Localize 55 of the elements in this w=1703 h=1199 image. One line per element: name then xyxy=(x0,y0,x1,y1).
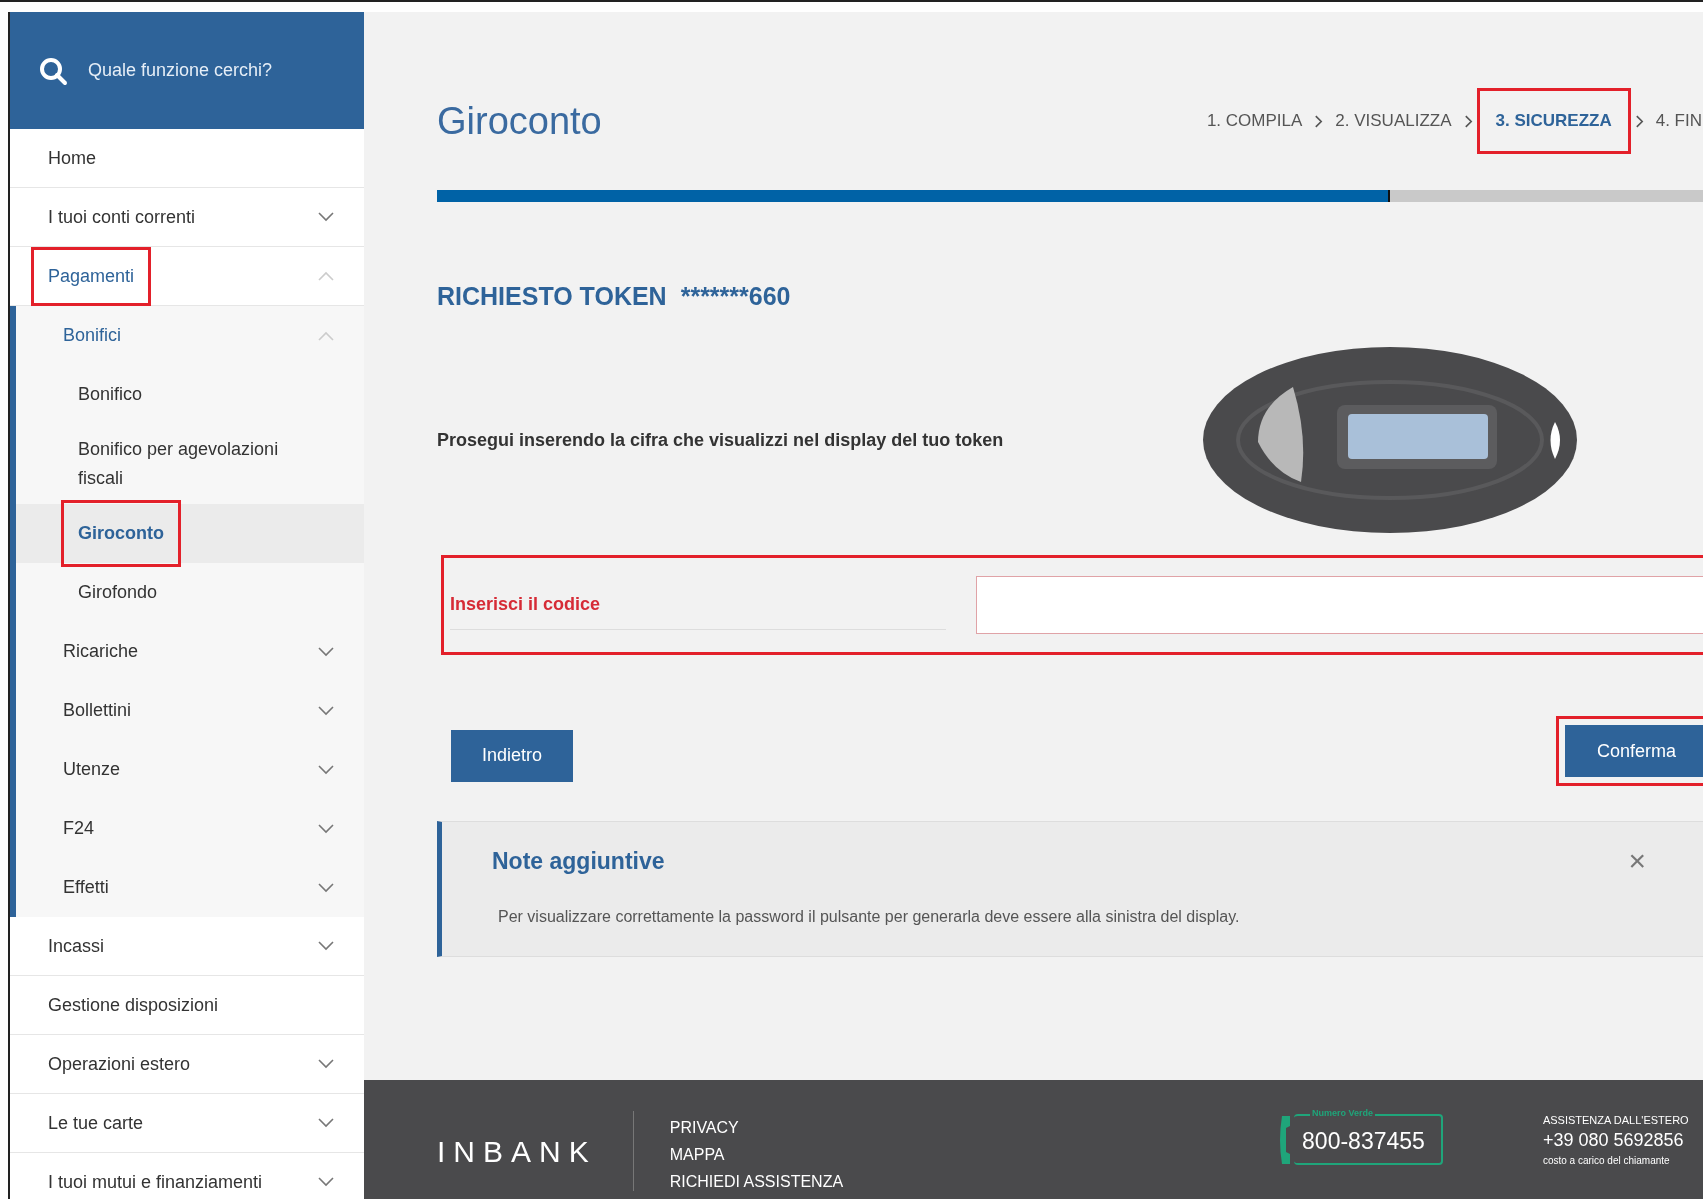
chevron-icon xyxy=(1634,113,1644,129)
phone-number: 800-837455 xyxy=(1302,1128,1425,1154)
nav-label: Home xyxy=(47,146,97,170)
back-button[interactable]: Indietro xyxy=(451,729,574,782)
footer-link[interactable]: MAPPA xyxy=(669,1141,844,1168)
token-heading: RICHIESTO TOKEN xyxy=(437,282,667,311)
nav-label: Bonifici xyxy=(62,324,123,347)
field-label: Inserisci il codice xyxy=(450,580,946,630)
nav-item[interactable]: Utenze xyxy=(16,740,364,799)
confirm-button[interactable]: Conferma xyxy=(1564,725,1703,777)
nav-label: Pagamenti xyxy=(31,246,152,306)
instruction-text: Prosegui inserendo la cifra che visualizzi nel display del tuo token xyxy=(437,429,1004,451)
nav-item[interactable]: Ricariche xyxy=(16,622,364,681)
close-button[interactable]: × xyxy=(1628,844,1646,878)
nav-label: Bonifico per agevolazioni fiscali xyxy=(77,438,280,490)
cost-note: costo a carico del chiamante xyxy=(1542,1154,1671,1166)
nav-label: Giroconto xyxy=(61,500,181,567)
chevron-icon xyxy=(1314,113,1324,129)
token-number: *******660 xyxy=(680,282,791,311)
nav-label: Bollettini xyxy=(62,699,133,722)
nav-label: Ricariche xyxy=(62,640,140,663)
footer-link[interactable]: PRIVACY xyxy=(669,1114,844,1141)
nav-label: I tuoi conti correnti xyxy=(47,205,197,229)
nav-label: Effetti xyxy=(62,876,110,899)
nav-label: I tuoi mutui e finanziamenti xyxy=(47,1170,264,1194)
nav-label: Le tue carte xyxy=(47,1111,145,1135)
code-input-field[interactable] xyxy=(976,576,1703,634)
nav-item[interactable]: Bonifici xyxy=(16,306,364,365)
nav-item[interactable]: Effetti xyxy=(16,858,364,917)
note-text: Per visualizzare correttamente la password il pulsante per generarla deve essere alla sinistra del display. xyxy=(498,908,1241,926)
nav-label: Operazioni estero xyxy=(47,1052,192,1076)
footer-link[interactable]: RICHIEDI ASSISTENZA xyxy=(669,1168,844,1195)
nav-label: Incassi xyxy=(47,934,106,958)
phone-number: +39 080 5692856 xyxy=(1542,1129,1685,1151)
step-label: 3. SICUREZZA xyxy=(1476,88,1631,154)
nav-item[interactable]: Bonifico xyxy=(16,365,364,424)
step-label: 4. FIN xyxy=(1655,111,1702,131)
abroad-title: ASSISTENZA DALL'ESTERO xyxy=(1542,1113,1689,1126)
toll-free-label: Numero Verde xyxy=(1310,1108,1376,1118)
search-icon xyxy=(38,55,68,86)
nav-item[interactable]: F24 xyxy=(16,799,364,858)
phone-icon xyxy=(1278,1113,1293,1166)
nav-label: Bonifico xyxy=(77,383,144,406)
step-label: 2. VISUALIZZA xyxy=(1335,111,1452,131)
chevron-icon xyxy=(1463,113,1473,129)
step-label: 1. COMPILA xyxy=(1206,111,1303,131)
note-title: Note aggiuntive xyxy=(492,847,665,875)
search-field[interactable]: Quale funzione cerchi? xyxy=(86,59,350,82)
bank-logo: INBANK xyxy=(437,1134,597,1169)
nav-item[interactable]: Bollettini xyxy=(16,681,364,740)
nav-label: Gestione disposizioni xyxy=(47,993,220,1017)
nav-label: Utenze xyxy=(62,758,122,781)
nav-label: Girofondo xyxy=(77,581,159,604)
nav-label: F24 xyxy=(62,817,96,840)
page-title: Giroconto xyxy=(437,99,602,143)
